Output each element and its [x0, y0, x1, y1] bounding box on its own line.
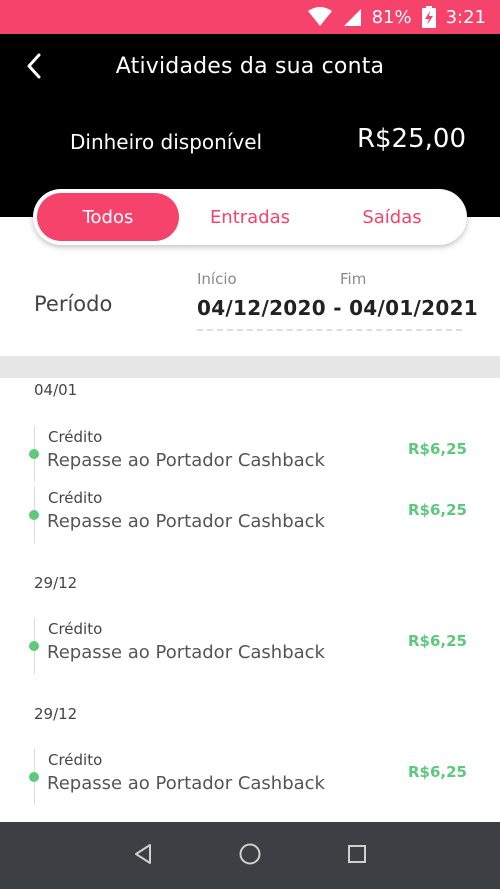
transaction-item[interactable]: Crédito Repasse ao Portador Cashback R$6…	[29, 487, 474, 543]
tab-saidas[interactable]: Saídas	[321, 193, 463, 241]
nav-recents-button[interactable]	[333, 832, 381, 880]
timeline-dot	[29, 772, 39, 782]
tab-entradas[interactable]: Entradas	[179, 193, 321, 241]
transaction-description: Repasse ao Portador Cashback	[47, 773, 325, 794]
date-header: 29/12	[34, 574, 78, 592]
timeline-dot	[29, 510, 39, 520]
period-underline	[197, 329, 462, 331]
transaction-description: Repasse ao Portador Cashback	[47, 450, 325, 471]
nav-back-button[interactable]	[119, 832, 167, 880]
transaction-type: Crédito	[48, 428, 103, 446]
system-navbar	[0, 822, 500, 889]
status-bar: 81% 3:21	[0, 0, 500, 34]
period-range-picker[interactable]: 04/12/2020 - 04/01/2021	[197, 296, 478, 320]
timeline-dot	[29, 641, 39, 651]
nav-recents-icon	[347, 844, 367, 868]
nav-home-button[interactable]	[226, 832, 274, 880]
transaction-amount: R$6,25	[408, 501, 467, 519]
battery-percent: 81%	[371, 6, 412, 28]
transaction-description: Repasse ao Portador Cashback	[47, 642, 325, 663]
battery-charging-icon	[421, 6, 436, 28]
date-header: 04/01	[34, 381, 78, 399]
timeline-dot	[29, 449, 39, 459]
wifi-icon	[307, 7, 332, 27]
transaction-item[interactable]: Crédito Repasse ao Portador Cashback R$6…	[29, 618, 474, 674]
transaction-type: Crédito	[48, 489, 103, 507]
transaction-description: Repasse ao Portador Cashback	[47, 511, 325, 532]
nav-home-icon	[238, 842, 262, 870]
transaction-type: Crédito	[48, 620, 103, 638]
filter-tabs: Todos Entradas Saídas	[33, 189, 467, 245]
nav-back-icon	[132, 843, 154, 869]
section-divider	[0, 356, 500, 378]
tab-todos[interactable]: Todos	[37, 193, 179, 241]
date-header: 29/12	[34, 705, 78, 723]
transaction-amount: R$6,25	[408, 763, 467, 781]
status-time: 3:21	[445, 6, 486, 28]
period-label: Período	[34, 292, 113, 316]
balance-label: Dinheiro disponível	[70, 130, 263, 154]
transaction-amount: R$6,25	[408, 440, 467, 458]
period-end-caption: Fim	[340, 270, 367, 288]
period-start-caption: Início	[197, 270, 237, 288]
transaction-amount: R$6,25	[408, 632, 467, 650]
signal-icon	[342, 7, 362, 27]
transaction-item[interactable]: Crédito Repasse ao Portador Cashback R$6…	[29, 426, 474, 482]
transaction-item[interactable]: Crédito Repasse ao Portador Cashback R$6…	[29, 749, 474, 805]
transaction-type: Crédito	[48, 751, 103, 769]
page-title: Atividades da sua conta	[115, 54, 385, 79]
balance-value: R$25,00	[356, 124, 466, 154]
